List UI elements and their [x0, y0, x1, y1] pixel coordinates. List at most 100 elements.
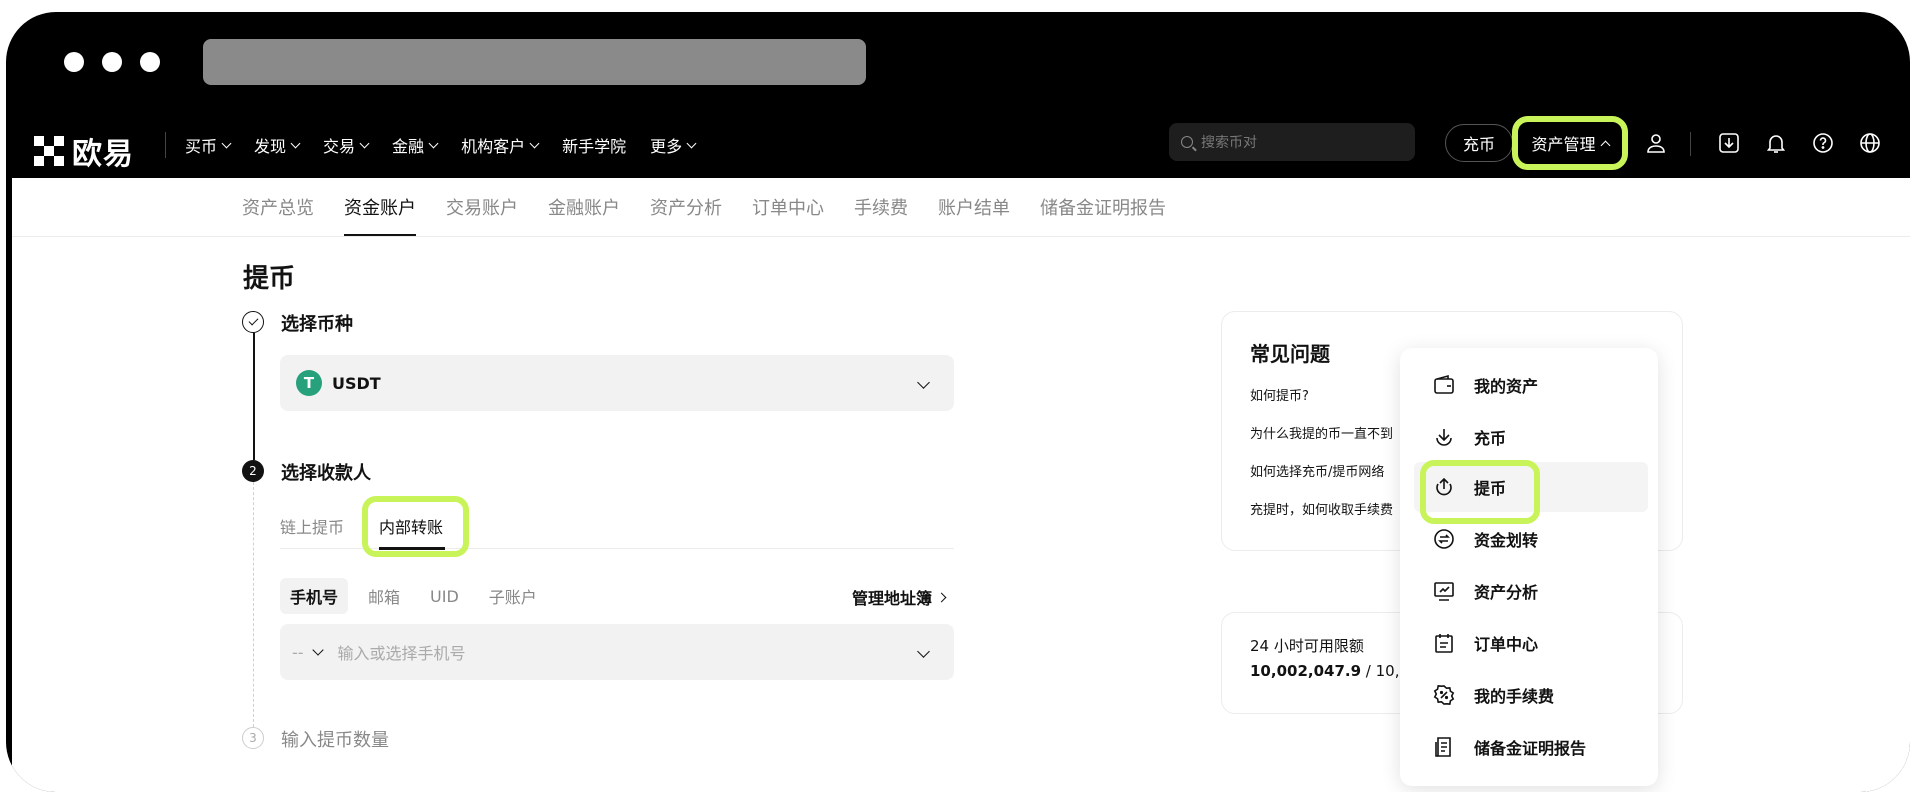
country-code-value: -- — [292, 642, 304, 662]
asset-management-dropdown: 我的资产 充币 提币 资金划转 资产分析 订单中心 我的手续费 储备金证明报告 — [1400, 348, 1658, 786]
tab-fees[interactable]: 手续费 — [854, 178, 908, 236]
coin-name: USDT — [332, 373, 381, 393]
chevron-right-icon — [936, 592, 947, 602]
recipient-type-tabs: 手机号 邮箱 UID 子账户 — [280, 578, 547, 614]
search-icon — [1181, 136, 1193, 148]
menu-buy-crypto[interactable]: 买币 — [185, 133, 232, 157]
nav-divider — [165, 132, 166, 158]
asset-management-label: 资产管理 — [1531, 135, 1596, 154]
tab-trading-account[interactable]: 交易账户 — [446, 178, 518, 236]
user-icon[interactable] — [1641, 128, 1671, 158]
deposit-button[interactable]: 充币 — [1445, 124, 1513, 162]
menu-label: 买币 — [185, 137, 218, 156]
top-nav: 欧易 买币 发现 交易 金融 机构客户 新手学院 更多 搜索币对 充币 资产管理 — [6, 115, 1910, 175]
menu-item-label: 订单中心 — [1474, 635, 1539, 654]
step-3-label: 输入提币数量 — [281, 730, 389, 751]
menu-label: 发现 — [254, 137, 287, 156]
menu-more[interactable]: 更多 — [650, 133, 697, 157]
menu-label: 交易 — [323, 137, 356, 156]
menu-item-label: 我的资产 — [1474, 377, 1539, 396]
step-2-label: 选择收款人 — [281, 463, 371, 484]
chevron-down-icon — [221, 138, 232, 148]
bell-icon[interactable] — [1761, 128, 1791, 158]
account-subnav: 资产总览 资金账户 交易账户 金融账户 资产分析 订单中心 手续费 账户结单 储… — [242, 178, 1166, 236]
menu-item-my-fees[interactable]: 我的手续费 — [1400, 670, 1658, 720]
menu-item-asset-analysis[interactable]: 资产分析 — [1400, 566, 1658, 616]
step-1-label: 选择币种 — [281, 314, 353, 335]
nav-divider — [1690, 132, 1691, 156]
tab-order-center[interactable]: 订单中心 — [752, 178, 824, 236]
tab-uid[interactable]: UID — [420, 581, 469, 612]
highlight-withdraw — [1420, 460, 1540, 524]
window-dot[interactable] — [102, 52, 122, 72]
deposit-icon — [1432, 425, 1456, 449]
address-bar[interactable] — [203, 39, 866, 85]
menu-item-deposit[interactable]: 充币 — [1400, 412, 1658, 462]
tab-statements[interactable]: 账户结单 — [938, 178, 1010, 236]
browser-window: 欧易 买币 发现 交易 金融 机构客户 新手学院 更多 搜索币对 充币 资产管理 — [6, 12, 1910, 792]
menu-trade[interactable]: 交易 — [323, 133, 370, 157]
subnav-divider — [12, 236, 1910, 237]
menu-item-my-assets[interactable]: 我的资产 — [1400, 360, 1658, 410]
menu-label: 机构客户 — [461, 137, 526, 156]
menu-learn[interactable]: 新手学院 — [562, 133, 626, 157]
menu-item-label: 我的手续费 — [1474, 687, 1555, 706]
tab-subaccount[interactable]: 子账户 — [479, 578, 547, 614]
step-3-badge: 3 — [242, 727, 264, 749]
tab-onchain-withdraw[interactable]: 链上提币 — [280, 503, 344, 549]
window-dot[interactable] — [64, 52, 84, 72]
page-content: 资产总览 资金账户 交易账户 金融账户 资产分析 订单中心 手续费 账户结单 储… — [12, 178, 1910, 792]
order-icon — [1432, 631, 1456, 655]
window-dot[interactable] — [140, 52, 160, 72]
chevron-down-icon — [428, 138, 439, 148]
logo-text: 欧易 — [72, 137, 134, 172]
phone-placeholder: 输入或选择手机号 — [337, 644, 466, 663]
tab-asset-overview[interactable]: 资产总览 — [242, 178, 314, 236]
wallet-icon — [1432, 373, 1456, 397]
chevron-down-icon — [917, 376, 930, 389]
menu-item-label: 储备金证明报告 — [1474, 739, 1587, 758]
tab-asset-analysis[interactable]: 资产分析 — [650, 178, 722, 236]
menu-label: 新手学院 — [562, 137, 627, 156]
tab-proof-of-reserves[interactable]: 储备金证明报告 — [1040, 178, 1166, 236]
analysis-icon — [1432, 579, 1456, 603]
step-1-done-badge — [242, 311, 264, 333]
window-controls — [64, 52, 160, 72]
menu-item-proof-of-reserves[interactable]: 储备金证明报告 — [1400, 722, 1658, 772]
step-connector — [253, 333, 255, 460]
highlight-internal-transfer — [362, 496, 469, 557]
phone-number-field[interactable]: -- 输入或选择手机号 — [280, 624, 954, 680]
limit-separator: / — [1361, 662, 1376, 680]
search-input[interactable]: 搜索币对 — [1169, 123, 1415, 161]
fee-icon — [1432, 683, 1456, 707]
search-placeholder: 搜索币对 — [1201, 135, 1257, 151]
tab-finance-account[interactable]: 金融账户 — [548, 178, 620, 236]
manage-address-book-label: 管理地址簿 — [852, 589, 933, 608]
tab-funding-account[interactable]: 资金账户 — [344, 178, 416, 236]
tab-email[interactable]: 邮箱 — [358, 578, 410, 614]
chevron-down-icon — [686, 138, 697, 148]
menu-item-label: 资金划转 — [1474, 531, 1539, 550]
menu-institutional[interactable]: 机构客户 — [461, 133, 540, 157]
menu-label: 金融 — [392, 137, 425, 156]
coin-select[interactable]: T USDT — [280, 355, 954, 411]
step-2-badge: 2 — [242, 460, 264, 482]
transfer-icon — [1432, 527, 1456, 551]
globe-icon[interactable] — [1855, 128, 1885, 158]
menu-discover[interactable]: 发现 — [254, 133, 301, 157]
chevron-down-icon — [529, 138, 540, 148]
download-icon[interactable] — [1714, 128, 1744, 158]
tether-icon: T — [296, 370, 322, 396]
menu-finance[interactable]: 金融 — [392, 133, 439, 157]
tab-phone[interactable]: 手机号 — [280, 578, 349, 614]
manage-address-book-link[interactable]: 管理地址簿 — [852, 585, 947, 609]
help-icon[interactable] — [1808, 128, 1838, 158]
okx-logo[interactable]: 欧易 — [34, 129, 134, 173]
menu-item-order-center[interactable]: 订单中心 — [1400, 618, 1658, 668]
chevron-down-icon — [290, 138, 301, 148]
chevron-down-icon — [311, 644, 324, 656]
step-connector — [253, 482, 254, 727]
report-icon — [1432, 735, 1456, 759]
country-code-select[interactable]: -- — [292, 642, 324, 662]
asset-management-button[interactable]: 资产管理 — [1512, 116, 1628, 170]
